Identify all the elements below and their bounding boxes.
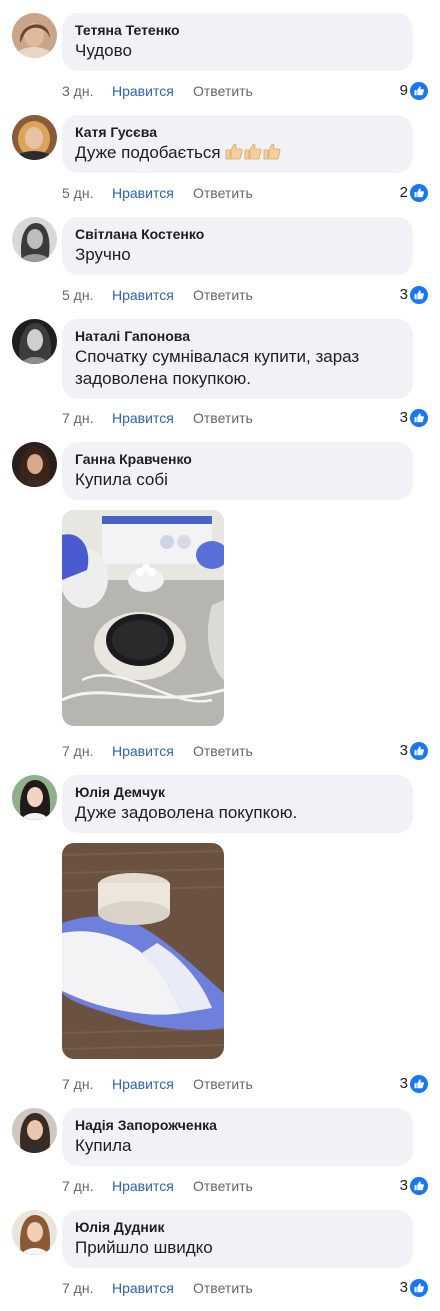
like-thumb-icon bbox=[410, 1279, 428, 1297]
comment-bubble: Катя Гусєва Дуже подобається bbox=[62, 115, 413, 173]
avatar[interactable] bbox=[12, 319, 57, 364]
avatar[interactable] bbox=[12, 775, 57, 820]
like-button[interactable]: Нравится bbox=[112, 182, 174, 204]
comment-actions: 7 дн. Нравится Ответить 3 bbox=[0, 740, 440, 762]
reaction-count: 3 bbox=[399, 1279, 408, 1296]
avatar[interactable] bbox=[12, 217, 57, 262]
comment-actions: 3 дн. Нравится Ответить 9 bbox=[0, 80, 440, 102]
comment-text: Дуже подобається bbox=[75, 142, 401, 164]
reply-button[interactable]: Ответить bbox=[193, 1277, 253, 1299]
comment-author[interactable]: Юлія Демчук bbox=[75, 784, 401, 801]
comment-bubble: Ганна Кравченко Купила собі bbox=[62, 442, 413, 500]
reaction-summary[interactable]: 3 bbox=[400, 740, 428, 762]
comment-actions: 7 дн. Нравится Ответить 3 bbox=[0, 1073, 440, 1095]
comment-time[interactable]: 7 дн. bbox=[62, 1277, 93, 1299]
reaction-summary[interactable]: 3 bbox=[400, 1073, 428, 1095]
comment-bubble: Наталі Гапонова Спочатку сумнівалася куп… bbox=[62, 319, 413, 399]
comment-bubble: Юлія Демчук Дуже задоволена покупкою. bbox=[62, 775, 413, 833]
reaction-summary[interactable]: 2 bbox=[400, 182, 428, 204]
comment-author[interactable]: Надія Запорожченка bbox=[75, 1117, 401, 1134]
reaction-count: 9 bbox=[399, 82, 408, 99]
avatar[interactable] bbox=[12, 442, 57, 487]
reply-button[interactable]: Ответить bbox=[193, 1073, 253, 1095]
comment-text-value: Дуже подобається bbox=[75, 143, 221, 162]
like-thumb-icon bbox=[410, 82, 428, 100]
comment-author[interactable]: Тетяна Тетенко bbox=[75, 22, 401, 39]
reply-button[interactable]: Ответить bbox=[193, 407, 253, 429]
like-thumb-icon bbox=[410, 409, 428, 427]
comment-text: Чудово bbox=[75, 41, 132, 60]
reply-button[interactable]: Ответить bbox=[193, 284, 253, 306]
like-button[interactable]: Нравится bbox=[112, 1175, 174, 1197]
like-thumb-icon bbox=[410, 1075, 428, 1093]
comment-actions: 7 дн. Нравится Ответить 3 bbox=[0, 1175, 440, 1197]
comment-text: Спочатку сумнівалася купити, зараз задов… bbox=[75, 347, 360, 388]
comment-time[interactable]: 7 дн. bbox=[62, 407, 93, 429]
reaction-summary[interactable]: 3 bbox=[400, 284, 428, 306]
reaction-count: 3 bbox=[399, 1177, 408, 1194]
reaction-summary[interactable]: 9 bbox=[400, 80, 428, 102]
comment-text: Дуже задоволена покупкою. bbox=[75, 803, 298, 822]
comment-text: Зручно bbox=[75, 245, 131, 264]
comment-text: Прийшло швидко bbox=[75, 1238, 213, 1257]
reaction-summary[interactable]: 3 bbox=[400, 407, 428, 429]
like-button[interactable]: Нравится bbox=[112, 407, 174, 429]
reaction-count: 3 bbox=[399, 409, 408, 426]
reaction-summary[interactable]: 3 bbox=[400, 1277, 428, 1299]
comment-author[interactable]: Наталі Гапонова bbox=[75, 328, 401, 345]
comment-bubble: Тетяна Тетенко Чудово bbox=[62, 13, 413, 71]
comment-text: Купила собі bbox=[75, 470, 168, 489]
reply-button[interactable]: Ответить bbox=[193, 80, 253, 102]
comment-author[interactable]: Катя Гусєва bbox=[75, 124, 401, 141]
comment-author[interactable]: Юлія Дудник bbox=[75, 1219, 401, 1236]
reply-button[interactable]: Ответить bbox=[193, 1175, 253, 1197]
comment-time[interactable]: 7 дн. bbox=[62, 1175, 93, 1197]
comment-actions: 5 дн. Нравится Ответить 3 bbox=[0, 284, 440, 306]
comment-author[interactable]: Ганна Кравченко bbox=[75, 451, 401, 468]
comment-bubble: Світлана Костенко Зручно bbox=[62, 217, 413, 275]
like-button[interactable]: Нравится bbox=[112, 740, 174, 762]
comment-actions: 7 дн. Нравится Ответить 3 bbox=[0, 407, 440, 429]
reaction-count: 3 bbox=[399, 286, 408, 303]
comment-photo[interactable] bbox=[62, 843, 224, 1059]
avatar[interactable] bbox=[12, 13, 57, 58]
thumbs-up-emoji bbox=[225, 143, 281, 160]
comment-actions: 5 дн. Нравится Ответить 2 bbox=[0, 182, 440, 204]
like-button[interactable]: Нравится bbox=[112, 1073, 174, 1095]
reaction-count: 2 bbox=[399, 184, 408, 201]
comment-actions: 7 дн. Нравится Ответить 3 bbox=[0, 1277, 440, 1299]
like-button[interactable]: Нравится bbox=[112, 284, 174, 306]
like-thumb-icon bbox=[410, 286, 428, 304]
reply-button[interactable]: Ответить bbox=[193, 182, 253, 204]
comment-text: Купила bbox=[75, 1136, 132, 1155]
reaction-summary[interactable]: 3 bbox=[400, 1175, 428, 1197]
comment-bubble: Юлія Дудник Прийшло швидко bbox=[62, 1210, 413, 1268]
comment-time[interactable]: 7 дн. bbox=[62, 1073, 93, 1095]
like-thumb-icon bbox=[410, 1177, 428, 1195]
avatar[interactable] bbox=[12, 1108, 57, 1153]
comment-time[interactable]: 5 дн. bbox=[62, 284, 93, 306]
like-thumb-icon bbox=[410, 742, 428, 760]
reaction-count: 3 bbox=[399, 742, 408, 759]
comment-photo[interactable] bbox=[62, 510, 224, 726]
like-button[interactable]: Нравится bbox=[112, 80, 174, 102]
like-button[interactable]: Нравится bbox=[112, 1277, 174, 1299]
comment-bubble: Надія Запорожченка Купила bbox=[62, 1108, 413, 1166]
comment-time[interactable]: 5 дн. bbox=[62, 182, 93, 204]
reply-button[interactable]: Ответить bbox=[193, 740, 253, 762]
like-thumb-icon bbox=[410, 184, 428, 202]
avatar[interactable] bbox=[12, 1210, 57, 1255]
reaction-count: 3 bbox=[399, 1075, 408, 1092]
comment-time[interactable]: 7 дн. bbox=[62, 740, 93, 762]
comment-author[interactable]: Світлана Костенко bbox=[75, 226, 401, 243]
comment-time[interactable]: 3 дн. bbox=[62, 80, 93, 102]
avatar[interactable] bbox=[12, 115, 57, 160]
